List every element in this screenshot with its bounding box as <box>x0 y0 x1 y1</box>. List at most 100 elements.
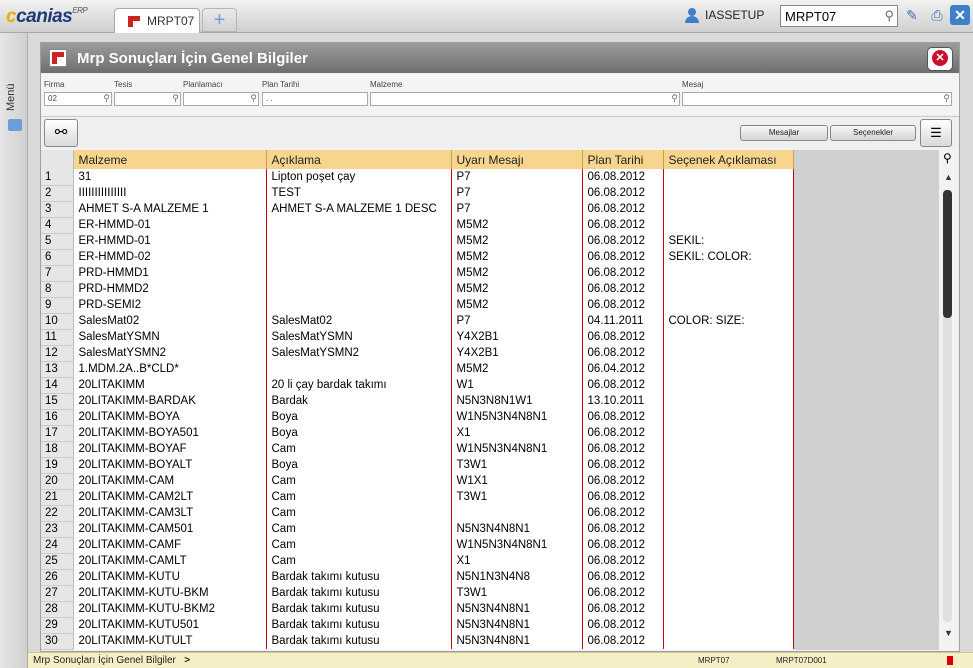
table-row[interactable]: 15 20LITAKIMM-BARDAK Bardak N5N3N8N1W1 13.10… <box>41 393 794 410</box>
close-icon[interactable]: ✕ <box>950 5 970 25</box>
options-button[interactable]: Seçenekler <box>830 125 916 141</box>
table-row[interactable]: 30 20LITAKIMM-KUTULT Bardak takımı kutusu N… <box>41 633 794 650</box>
preview-icon[interactable]: ☰ <box>920 119 952 147</box>
table-row[interactable]: 23 20LITAKIMM-CAM501 Cam N5N3N4N8N1 06.08.20… <box>41 521 794 538</box>
scroll-thumb[interactable] <box>943 190 952 318</box>
search-icon[interactable]: ⚲ <box>671 93 678 104</box>
row-number[interactable]: 20 <box>41 473 74 490</box>
table-row[interactable]: 27 20LITAKIMM-KUTU-BKM Bardak takımı kutus… <box>41 585 794 602</box>
window-title-bar: Mrp Sonuçları İçin Genel Bilgiler <box>41 43 959 73</box>
table-row[interactable]: 13 1.MDM.2A..B*CLD* M5M2 06.04.2012 <box>41 361 794 378</box>
table-row[interactable]: 20 20LITAKIMM-CAM Cam W1X1 06.08.2012 <box>41 473 794 490</box>
search-icon[interactable]: ⚲ <box>103 93 110 104</box>
table-row[interactable]: 9 PRD-SEMI2 M5M2 06.08.2012 <box>41 297 794 314</box>
column-header[interactable]: Seçenek Açıklaması <box>663 150 794 169</box>
column-header[interactable]: Açıklama <box>266 150 452 169</box>
row-number[interactable]: 4 <box>41 217 74 234</box>
search-icon[interactable]: ⚲ <box>884 8 894 24</box>
column-header[interactable]: Uyarı Mesajı <box>451 150 583 169</box>
print-icon[interactable]: ⎙ <box>927 5 947 25</box>
search-icon[interactable]: ⚲ <box>943 93 950 104</box>
table-row[interactable]: 16 20LITAKIMM-BOYA Boya W1N5N3N4N8N1 06.08.2… <box>41 409 794 426</box>
menu-arrow-icon[interactable] <box>8 119 22 131</box>
add-tab-button[interactable]: + <box>202 8 237 32</box>
row-number[interactable]: 14 <box>41 377 74 394</box>
row-number[interactable]: 22 <box>41 505 74 522</box>
firma-field[interactable]: 02 ⚲ <box>44 92 112 106</box>
row-number[interactable]: 19 <box>41 457 74 474</box>
table-row[interactable]: 8 PRD-HMMD2 M5M2 06.08.2012 <box>41 281 794 298</box>
table-row[interactable]: 24 20LITAKIMM-CAMF Cam W1N5N3N4N8N1 06.08.20… <box>41 537 794 554</box>
row-number[interactable]: 2 <box>41 185 74 202</box>
row-number[interactable]: 13 <box>41 361 74 378</box>
table-row[interactable]: 25 20LITAKIMM-CAMLT Cam X1 06.08.2012 <box>41 553 794 570</box>
row-number[interactable]: 5 <box>41 233 74 250</box>
messages-button[interactable]: Mesajlar <box>740 125 828 141</box>
row-number[interactable]: 12 <box>41 345 74 362</box>
table-row[interactable]: 7 PRD-HMMD1 M5M2 06.08.2012 <box>41 265 794 282</box>
row-number[interactable]: 1 <box>41 169 74 186</box>
row-number[interactable]: 8 <box>41 281 74 298</box>
table-row[interactable]: 18 20LITAKIMM-BOYAF Cam W1N5N3N4N8N1 06.08.2… <box>41 441 794 458</box>
side-menu[interactable]: Menü <box>0 33 28 668</box>
scroll-up-icon[interactable]: ▲ <box>944 172 953 182</box>
column-header[interactable]: Malzeme <box>73 150 267 169</box>
row-number[interactable]: 30 <box>41 633 74 650</box>
row-number[interactable]: 9 <box>41 297 74 314</box>
table-cell: T3W1 <box>451 457 583 473</box>
vertical-scrollbar[interactable]: ⚲ ▲ ▼ <box>939 150 959 650</box>
table-row[interactable]: 12 SalesMatYSMN2 SalesMatYSMN2 Y4X2B1 06.08.… <box>41 345 794 362</box>
table-row[interactable]: 10 SalesMat02 SalesMat02 P7 04.11.2011 COLOR:… <box>41 313 794 330</box>
row-number[interactable]: 18 <box>41 441 74 458</box>
plan-tarihi-field[interactable]: . . <box>262 92 368 106</box>
row-number[interactable]: 23 <box>41 521 74 538</box>
row-number[interactable]: 29 <box>41 617 74 634</box>
row-number[interactable]: 15 <box>41 393 74 410</box>
user-display[interactable]: IASSETUP <box>685 8 764 24</box>
table-row[interactable]: 28 20LITAKIMM-KUTU-BKM2 Bardak takımı kutu… <box>41 601 794 618</box>
close-window-button[interactable] <box>927 47 953 71</box>
row-number[interactable]: 28 <box>41 601 74 618</box>
table-row[interactable]: 6 ER-HMMD-02 M5M2 06.08.2012 SEKIL: COLOR: <box>41 249 794 266</box>
edit-icon[interactable]: ✎ <box>902 5 922 25</box>
table-row[interactable]: 3 AHMET S-A MALZEME 1 AHMET S-A MALZEME 1 … <box>41 201 794 218</box>
row-number[interactable]: 16 <box>41 409 74 426</box>
binoculars-icon[interactable]: ⚯ <box>44 119 78 147</box>
table-cell: 06.08.2012 <box>582 185 664 201</box>
tab-mrpt07[interactable]: MRPT07 <box>114 8 200 33</box>
transaction-search-input[interactable]: MRPT07 ⚲ <box>780 5 898 27</box>
row-number[interactable]: 10 <box>41 313 74 330</box>
search-icon[interactable]: ⚲ <box>172 93 179 104</box>
search-icon[interactable]: ⚲ <box>250 93 257 104</box>
row-number[interactable]: 7 <box>41 265 74 282</box>
mesaj-field[interactable]: ⚲ <box>682 92 952 106</box>
row-number[interactable]: 26 <box>41 569 74 586</box>
table-row[interactable]: 14 20LITAKIMM 20 li çay bardak takımı W1 06.… <box>41 377 794 394</box>
table-row[interactable]: 29 20LITAKIMM-KUTU501 Bardak takımı kutusu… <box>41 617 794 634</box>
table-row[interactable]: 4 ER-HMMD-01 M5M2 06.08.2012 <box>41 217 794 234</box>
row-number[interactable]: 24 <box>41 537 74 554</box>
column-header[interactable]: Plan Tarihi <box>582 150 664 169</box>
table-row[interactable]: 26 20LITAKIMM-KUTU Bardak takımı kutusu N5N… <box>41 569 794 586</box>
row-number[interactable]: 21 <box>41 489 74 506</box>
table-row[interactable]: 1 31 Lipton poşet çay P7 06.08.2012 <box>41 169 794 186</box>
planlamaci-field[interactable]: ⚲ <box>183 92 259 106</box>
row-number[interactable]: 25 <box>41 553 74 570</box>
malzeme-field[interactable]: ⚲ <box>370 92 680 106</box>
table-row[interactable]: 17 20LITAKIMM-BOYA501 Boya X1 06.08.2012 <box>41 425 794 442</box>
table-row[interactable]: 5 ER-HMMD-01 M5M2 06.08.2012 SEKIL: <box>41 233 794 250</box>
row-number[interactable]: 3 <box>41 201 74 218</box>
tesis-field[interactable]: ⚲ <box>114 92 181 106</box>
row-number[interactable]: 11 <box>41 329 74 346</box>
table-row[interactable]: 22 20LITAKIMM-CAM3LT Cam 06.08.2012 <box>41 505 794 522</box>
search-icon[interactable]: ⚲ <box>943 151 952 165</box>
table-row[interactable]: 11 SalesMatYSMN SalesMatYSMN Y4X2B1 06.08.20… <box>41 329 794 346</box>
scroll-down-icon[interactable]: ▼ <box>944 628 953 638</box>
table-row[interactable]: 2 IIIIIIIIIIIIIII TEST P7 06.08.2012 <box>41 185 794 202</box>
table-row[interactable]: 21 20LITAKIMM-CAM2LT Cam T3W1 06.08.2012 <box>41 489 794 506</box>
column-header[interactable] <box>41 150 74 169</box>
row-number[interactable]: 27 <box>41 585 74 602</box>
table-row[interactable]: 19 20LITAKIMM-BOYALT Boya T3W1 06.08.2012 <box>41 457 794 474</box>
row-number[interactable]: 17 <box>41 425 74 442</box>
row-number[interactable]: 6 <box>41 249 74 266</box>
